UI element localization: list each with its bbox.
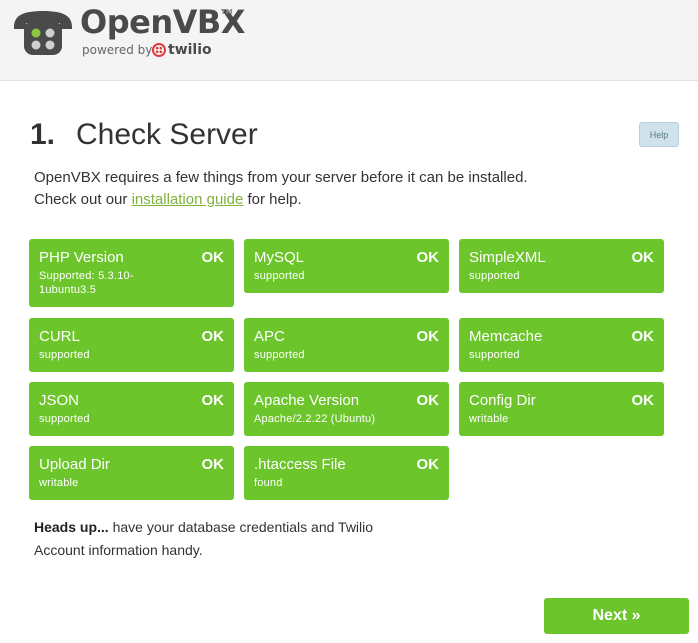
check-status: OK: [201, 392, 225, 409]
check-status: OK: [416, 392, 440, 409]
check-json: JSON OK supported: [29, 382, 234, 436]
check-php-version: PHP Version OK Supported: 5.3.10-1ubuntu…: [29, 239, 234, 307]
check-status: OK: [416, 328, 440, 345]
check-name: .htaccess File: [254, 456, 346, 473]
step-number: 1.: [30, 118, 56, 151]
intro-suffix: for help.: [243, 191, 302, 208]
check-mysql: MySQL OK supported: [244, 239, 449, 293]
installation-guide-link[interactable]: installation guide: [132, 191, 244, 208]
heads-up-label: Heads up...: [34, 519, 109, 535]
help-button[interactable]: Help: [639, 122, 679, 147]
check-detail: supported: [469, 349, 520, 361]
check-detail: Supported: 5.3.10-1ubuntu3.5: [39, 270, 134, 296]
check-config-dir: Config Dir OK writable: [459, 382, 664, 436]
twilio-logo-icon: [152, 43, 166, 57]
check-name: JSON: [39, 392, 80, 409]
check-status: OK: [201, 328, 225, 345]
check-detail: found: [254, 477, 283, 489]
check-status: OK: [631, 328, 655, 345]
intro-text: OpenVBX requires a few things from your …: [34, 167, 634, 211]
check-simplexml: SimpleXML OK supported: [459, 239, 664, 293]
intro-prefix: Check out our: [34, 191, 132, 208]
check-name: MySQL: [254, 249, 305, 266]
heads-up-note: Heads up... have your database credentia…: [34, 516, 394, 562]
check-apc: APC OK supported: [244, 318, 449, 372]
check-status: OK: [631, 392, 655, 409]
check-apache-version: Apache Version OK Apache/2.2.22 (Ubuntu): [244, 382, 449, 436]
check-name: Apache Version: [254, 392, 360, 409]
check-detail: supported: [469, 270, 520, 282]
check-name: Memcache: [469, 328, 543, 345]
check-detail: writable: [39, 477, 79, 489]
check-detail: writable: [469, 413, 509, 425]
page-title: Check Server: [76, 118, 258, 151]
check-name: Upload Dir: [39, 456, 110, 473]
trademark-mark: TM: [221, 8, 233, 16]
twilio-wordmark: twilio: [168, 42, 212, 58]
check-detail: Apache/2.2.22 (Ubuntu): [254, 413, 376, 425]
check-name: PHP Version: [39, 249, 124, 266]
check-detail: supported: [39, 349, 90, 361]
openvbx-logo-icon: [14, 11, 72, 55]
check-detail: supported: [39, 413, 90, 425]
check-status: OK: [201, 456, 225, 473]
check-htaccess-file: .htaccess File OK found: [244, 446, 449, 500]
check-status: OK: [201, 249, 225, 266]
intro-line-1: OpenVBX requires a few things from your …: [34, 169, 528, 186]
app-header: OpenVBX TM powered by twilio: [0, 0, 698, 81]
check-detail: supported: [254, 349, 305, 361]
check-name: Config Dir: [469, 392, 536, 409]
check-name: APC: [254, 328, 285, 345]
powered-by-label: powered by: [82, 43, 153, 57]
check-status: OK: [631, 249, 655, 266]
check-curl: CURL OK supported: [29, 318, 234, 372]
check-status: OK: [416, 456, 440, 473]
check-memcache: Memcache OK supported: [459, 318, 664, 372]
check-upload-dir: Upload Dir OK writable: [29, 446, 234, 500]
next-button[interactable]: Next »: [544, 598, 689, 634]
intro-line-2: Check out our installation guide for hel…: [34, 189, 634, 211]
check-detail: supported: [254, 270, 305, 282]
check-name: CURL: [39, 328, 80, 345]
check-name: SimpleXML: [469, 249, 546, 266]
check-status: OK: [416, 249, 440, 266]
